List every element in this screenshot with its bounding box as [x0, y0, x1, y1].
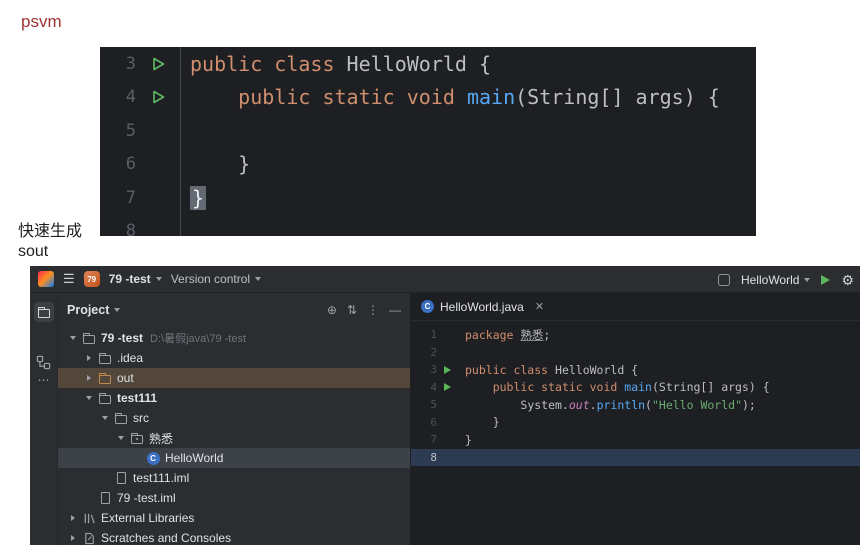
block-caret: }	[190, 185, 207, 210]
code-snippet: 3 public class HelloWorld { 4 public sta…	[100, 47, 756, 236]
run-widget: HelloWorld ⚙	[717, 266, 854, 293]
editor-line-1[interactable]: 1 package 熟悉;	[411, 326, 860, 344]
run-config-icon[interactable]	[717, 273, 730, 286]
chevron-right-icon[interactable]	[82, 355, 96, 361]
tree-row-src[interactable]: src	[58, 408, 410, 428]
folder-icon	[80, 332, 98, 344]
project-panel: Project ⊕ ⇅ ⋮ — 79 -test D:\暑假java\79 -t…	[58, 293, 410, 545]
tool-window-strip: ⋯	[30, 293, 58, 545]
hide-panel-icon[interactable]: —	[389, 303, 401, 317]
folder-icon	[96, 352, 114, 364]
editor-code: 1 package 熟悉; 2 3 public class HelloWorl…	[411, 326, 860, 466]
tree-row-project-root[interactable]: 79 -test D:\暑假java\79 -test	[58, 328, 410, 348]
chevron-right-icon[interactable]	[82, 375, 96, 381]
code-text: }	[180, 185, 207, 210]
line-number: 7	[125, 187, 136, 208]
folder-icon	[38, 306, 50, 318]
line-number: 5	[125, 120, 136, 141]
close-tab-icon[interactable]: ✕	[535, 300, 544, 313]
ide-window: ☰ 79 79 -test Version control HelloWorld…	[30, 266, 860, 545]
scratches-icon	[80, 532, 98, 545]
line-number: 4	[125, 87, 136, 108]
line-number: 6	[125, 154, 136, 175]
chevron-down-icon[interactable]	[98, 416, 112, 420]
snippet-line-7[interactable]: 7 }	[100, 181, 756, 215]
editor-area: C HelloWorld.java ✕ 1 package 熟悉; 2 3 pu…	[410, 293, 860, 545]
run-class-icon[interactable]	[443, 365, 451, 374]
vcs-widget[interactable]: Version control	[171, 272, 261, 286]
title-bar: ☰ 79 79 -test Version control HelloWorld…	[30, 266, 860, 293]
hamburger-menu-icon[interactable]: ☰	[63, 271, 75, 287]
structure-toolwindow-icon[interactable]	[36, 355, 51, 373]
editor-line-3[interactable]: 3 public class HelloWorld {	[411, 361, 860, 379]
tree-row-test111[interactable]: test111	[58, 388, 410, 408]
line-number: 8	[125, 221, 136, 236]
class-icon: C	[421, 300, 434, 313]
project-selector[interactable]: 79 -test	[109, 272, 162, 286]
chevron-right-icon[interactable]	[66, 535, 80, 541]
tree-row-project-iml[interactable]: 79 -test.iml	[58, 488, 410, 508]
tab-helloworld-java[interactable]: C HelloWorld.java ✕	[421, 300, 544, 314]
run-config-selector[interactable]: HelloWorld	[741, 273, 810, 287]
more-options-icon[interactable]: ⋮	[367, 303, 379, 317]
run-button[interactable]	[821, 274, 831, 285]
module-folder-icon	[96, 392, 114, 404]
code-text: }	[190, 152, 251, 177]
doc-caption-generate: 快速生成	[18, 223, 83, 240]
run-main-icon[interactable]	[443, 383, 451, 392]
project-panel-title[interactable]: Project	[67, 303, 120, 317]
editor-line-4[interactable]: 4 public static void main(String[] args)…	[411, 379, 860, 397]
snippet-line-3[interactable]: 3 public class HelloWorld {	[100, 47, 756, 81]
library-icon	[80, 512, 98, 525]
excluded-folder-icon	[96, 372, 114, 384]
run-icon[interactable]	[136, 89, 180, 105]
chevron-right-icon[interactable]	[66, 515, 80, 521]
doc-heading-sout: sout	[18, 243, 49, 260]
editor-line-7[interactable]: 7 }	[411, 431, 860, 449]
project-panel-header: Project ⊕ ⇅ ⋮ —	[58, 293, 410, 326]
tree-row-helloworld[interactable]: C HelloWorld	[58, 448, 410, 468]
source-folder-icon	[112, 412, 130, 424]
class-icon: C	[144, 451, 162, 465]
snippet-line-6[interactable]: 6 }	[100, 148, 756, 182]
chevron-down-icon[interactable]	[114, 436, 128, 440]
project-avatar[interactable]: 79	[83, 271, 100, 287]
tree-row-test111-iml[interactable]: test111.iml	[58, 468, 410, 488]
editor-line-6[interactable]: 6 }	[411, 414, 860, 432]
project-panel-toolbar: ⊕ ⇅ ⋮ —	[327, 303, 401, 317]
more-toolwindows-icon[interactable]: ⋯	[30, 373, 58, 387]
settings-gear-icon[interactable]: ⚙	[841, 273, 854, 287]
run-icon[interactable]	[136, 56, 180, 72]
editor-tab-bar: C HelloWorld.java ✕	[411, 293, 860, 321]
locate-file-icon[interactable]: ⊕	[327, 303, 337, 317]
chevron-down-icon[interactable]	[66, 336, 80, 340]
tree-row-package[interactable]: 熟悉	[58, 428, 410, 448]
snippet-line-4[interactable]: 4 public static void main(String[] args)…	[100, 81, 756, 115]
editor-line-8-caret[interactable]: 8	[411, 448, 860, 466]
snippet-line-8[interactable]: 8	[100, 215, 756, 236]
file-icon	[112, 472, 130, 484]
code-text: public class HelloWorld {	[190, 51, 492, 76]
file-icon	[96, 492, 114, 504]
doc-heading-psvm: psvm	[21, 12, 62, 31]
tree-row-external-libraries[interactable]: External Libraries	[58, 508, 410, 528]
line-number: 3	[125, 53, 136, 74]
project-path: D:\暑假java\79 -test	[150, 333, 247, 345]
snippet-line-5[interactable]: 5	[100, 114, 756, 148]
chevron-down-icon[interactable]	[82, 396, 96, 400]
editor-line-2[interactable]: 2	[411, 344, 860, 362]
tree-row-idea[interactable]: .idea	[58, 348, 410, 368]
editor-line-5[interactable]: 5 System.out.println("Hello World");	[411, 396, 860, 414]
ide-main: ⋯ Project ⊕ ⇅ ⋮ — 79 -test D:\暑假java\79 …	[30, 293, 860, 545]
code-text: public static void main(String[] args) {	[238, 85, 720, 110]
project-toolwindow-icon[interactable]	[34, 302, 54, 322]
collapse-all-icon[interactable]: ⇅	[347, 303, 357, 317]
tree-row-scratches[interactable]: Scratches and Consoles	[58, 528, 410, 545]
tree-row-out[interactable]: out	[58, 368, 410, 388]
intellij-logo-icon	[38, 271, 54, 287]
project-tree: 79 -test D:\暑假java\79 -test .idea out te	[58, 328, 410, 545]
package-icon	[128, 432, 146, 444]
